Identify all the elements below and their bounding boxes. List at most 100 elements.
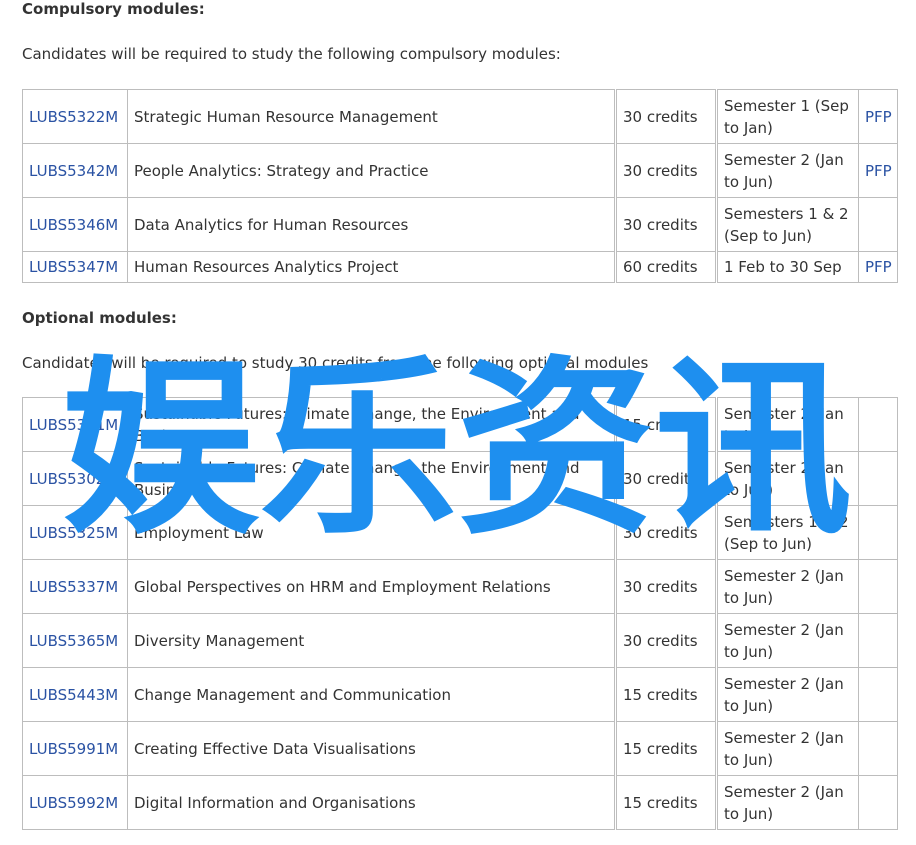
semester-cell: Semester 1 (Sep to Jan) (716, 89, 859, 144)
module-credits: 30 credits (623, 523, 698, 542)
module-code-link[interactable]: LUBS5337M (29, 578, 118, 596)
credits-cell: 30 credits (615, 143, 718, 198)
module-code-link[interactable]: LUBS5991M (29, 740, 118, 758)
table-row: LUBS5337M Global Perspectives on HRM and … (22, 559, 898, 614)
optional-heading: Optional modules: (22, 309, 177, 327)
table-row: LUBS5342M People Analytics: Strategy and … (22, 143, 898, 198)
semester-cell: Semester 2 (Jan to Jun) (716, 613, 859, 668)
pfp-cell (858, 613, 898, 668)
table-row: LUBS5443M Change Management and Communica… (22, 667, 898, 722)
title-cell: Diversity Management (127, 613, 617, 668)
code-cell: LUBS5325M (22, 505, 128, 560)
module-title: Sustainable Futures: Climate Change, the… (134, 404, 580, 445)
title-cell: Digital Information and Organisations (127, 775, 617, 830)
module-code-link[interactable]: LUBS5301M (29, 416, 118, 434)
credits-cell: 30 credits (615, 559, 718, 614)
credits-cell: 30 credits (615, 613, 718, 668)
table-row: LUBS5347M Human Resources Analytics Proje… (22, 251, 898, 283)
module-code-link[interactable]: LUBS5365M (29, 632, 118, 650)
pfp-cell (858, 451, 898, 506)
module-credits: 15 credits (623, 685, 698, 704)
semester-cell: Semester 2 (Jan to Jun) (716, 451, 859, 506)
module-title: People Analytics: Strategy and Practice (134, 161, 429, 180)
module-credits: 30 credits (623, 577, 698, 596)
module-code-link[interactable]: LUBS5302M (29, 470, 118, 488)
code-cell: LUBS5302M (22, 451, 128, 506)
module-code-link[interactable]: LUBS5443M (29, 686, 118, 704)
table-row: LUBS5322M Strategic Human Resource Manage… (22, 89, 898, 144)
code-cell: LUBS5346M (22, 197, 128, 252)
pfp-cell (858, 775, 898, 830)
credits-cell: 15 credits (615, 397, 718, 452)
module-code-link[interactable]: LUBS5346M (29, 216, 118, 234)
title-cell: Strategic Human Resource Management (127, 89, 617, 144)
module-code-link[interactable]: LUBS5347M (29, 258, 118, 276)
module-credits: 15 credits (623, 415, 698, 434)
module-code-link[interactable]: LUBS5322M (29, 108, 118, 126)
pfp-cell (858, 397, 898, 452)
semester-cell: Semester 2 (Jan to Jun) (716, 143, 859, 198)
code-cell: LUBS5301M (22, 397, 128, 452)
compulsory-intro: Candidates will be required to study the… (22, 45, 561, 63)
compulsory-heading: Compulsory modules: (22, 0, 205, 18)
pfp-cell (858, 197, 898, 252)
pfp-cell (858, 667, 898, 722)
title-cell: Sustainable Futures: Climate Change, the… (127, 397, 617, 452)
semester-cell: Semesters 1 & 2 (Sep to Jun) (716, 505, 859, 560)
table-row: LUBS5365M Diversity Management 30 credits S… (22, 613, 898, 668)
table-row: LUBS5302M Sustainable Futures: Climate Ch… (22, 451, 898, 506)
table-row: LUBS5325M Employment Law 30 credits Semeste… (22, 505, 898, 560)
credits-cell: 60 credits (615, 251, 718, 283)
module-semester: Semester 2 (Jan to Jun) (724, 728, 844, 769)
title-cell: Global Perspectives on HRM and Employmen… (127, 559, 617, 614)
module-title: Strategic Human Resource Management (134, 107, 438, 126)
module-semester: Semesters 1 & 2 (Sep to Jun) (724, 512, 849, 553)
table-row: LUBS5301M Sustainable Futures: Climate Ch… (22, 397, 898, 452)
module-credits: 30 credits (623, 215, 698, 234)
code-cell: LUBS5365M (22, 613, 128, 668)
title-cell: Data Analytics for Human Resources (127, 197, 617, 252)
module-semester: Semester 2 (Jan to Jun) (724, 566, 844, 607)
credits-cell: 30 credits (615, 89, 718, 144)
pfp-link[interactable]: PFP (865, 108, 892, 126)
title-cell: Sustainable Futures: Climate Change, the… (127, 451, 617, 506)
semester-cell: Semesters 1 & 2 (Sep to Jun) (716, 197, 859, 252)
pfp-cell: PFP (858, 143, 898, 198)
module-title: Global Perspectives on HRM and Employmen… (134, 577, 551, 596)
table-row: LUBS5346M Data Analytics for Human Resour… (22, 197, 898, 252)
module-title: Creating Effective Data Visualisations (134, 739, 416, 758)
credits-cell: 15 credits (615, 775, 718, 830)
pfp-link[interactable]: PFP (865, 162, 892, 180)
module-code-link[interactable]: LUBS5342M (29, 162, 118, 180)
module-code-link[interactable]: LUBS5325M (29, 524, 118, 542)
module-title: Human Resources Analytics Project (134, 258, 399, 276)
module-semester: Semester 2 (Jan to Jun) (724, 674, 844, 715)
module-credits: 30 credits (623, 469, 698, 488)
credits-cell: 15 credits (615, 721, 718, 776)
pfp-cell (858, 559, 898, 614)
pfp-cell: PFP (858, 89, 898, 144)
module-code-link[interactable]: LUBS5992M (29, 794, 118, 812)
semester-cell: Semester 2 (Jan to Jun) (716, 559, 859, 614)
semester-cell: Semester 2 (Jan to Jun) (716, 775, 859, 830)
pfp-link[interactable]: PFP (865, 258, 892, 276)
module-semester: Semester 1 (Sep to Jan) (724, 96, 849, 137)
code-cell: LUBS5992M (22, 775, 128, 830)
optional-intro: Candidates will be required to study 30 … (22, 354, 649, 372)
module-semester: Semester 2 (Jan to Jun) (724, 404, 844, 445)
module-title: Data Analytics for Human Resources (134, 215, 409, 234)
module-semester: 1 Feb to 30 Sep (724, 258, 842, 276)
module-semester: Semester 2 (Jan to Jun) (724, 620, 844, 661)
credits-cell: 30 credits (615, 505, 718, 560)
code-cell: LUBS5322M (22, 89, 128, 144)
module-semester: Semesters 1 & 2 (Sep to Jun) (724, 204, 849, 245)
credits-cell: 15 credits (615, 667, 718, 722)
module-credits: 30 credits (623, 631, 698, 650)
compulsory-modules-table: LUBS5322M Strategic Human Resource Manage… (22, 89, 898, 283)
module-credits: 15 credits (623, 793, 698, 812)
module-credits: 30 credits (623, 107, 698, 126)
semester-cell: Semester 2 (Jan to Jun) (716, 397, 859, 452)
title-cell: Human Resources Analytics Project (127, 251, 617, 283)
code-cell: LUBS5347M (22, 251, 128, 283)
semester-cell: 1 Feb to 30 Sep (716, 251, 859, 283)
